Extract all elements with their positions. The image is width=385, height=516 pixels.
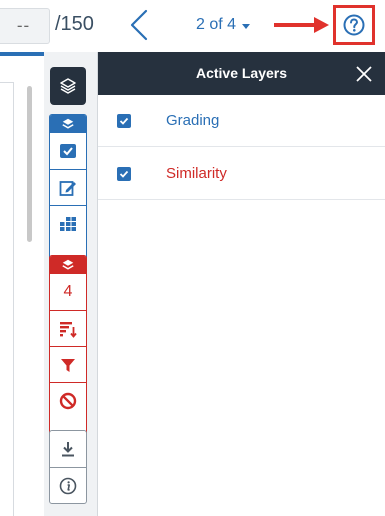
layers-button[interactable] <box>50 67 86 105</box>
sort-icon <box>60 321 77 338</box>
download-button[interactable] <box>50 431 86 467</box>
layers-icon <box>62 259 74 270</box>
document-scrollbar[interactable] <box>27 86 32 242</box>
exclude-button[interactable] <box>50 382 86 418</box>
grading-layer-toggle[interactable] <box>50 115 86 133</box>
edit-tool-button[interactable] <box>50 169 86 205</box>
panel-header: Active Layers <box>98 52 385 95</box>
layer-label-grading: Grading <box>166 112 220 129</box>
edit-icon <box>59 180 76 196</box>
layers-icon <box>62 118 74 129</box>
similarity-layer-toggle[interactable] <box>50 256 86 274</box>
info-button[interactable] <box>50 467 86 503</box>
ban-icon <box>59 392 77 409</box>
download-icon <box>62 442 74 457</box>
similarity-checkbox[interactable] <box>117 166 131 181</box>
sort-matches-button[interactable] <box>50 310 86 346</box>
filter-icon <box>61 358 75 372</box>
check-icon <box>119 117 129 125</box>
side-toolbar: 4 <box>44 52 98 516</box>
grade-input[interactable]: -- <box>0 8 50 44</box>
panel-title: Active Layers <box>195 65 288 81</box>
layers-icon <box>60 78 76 94</box>
filter-button[interactable] <box>50 346 86 382</box>
annotation-arrow-icon <box>274 17 329 33</box>
grid-icon <box>60 216 76 231</box>
check-icon <box>60 144 76 158</box>
check-icon <box>119 170 129 178</box>
chevron-left-icon[interactable] <box>128 9 152 41</box>
info-icon <box>59 477 77 494</box>
help-icon[interactable] <box>343 14 365 36</box>
rubric-tool-button[interactable] <box>50 205 86 241</box>
page-selector-label: 2 of 4 <box>196 16 237 33</box>
checkmark-tool-button[interactable] <box>50 133 86 169</box>
document-viewer[interactable] <box>0 52 44 516</box>
document-tool-group <box>49 430 87 504</box>
layer-row-similarity[interactable]: Similarity <box>98 148 385 200</box>
page-selector[interactable]: 2 of 4 <box>196 16 251 34</box>
top-bar: -- /150 2 of 4 <box>0 0 385 52</box>
document-page[interactable] <box>0 82 14 516</box>
active-layers-panel: Active Layers Grading Similarity <box>98 52 385 516</box>
close-icon[interactable] <box>355 65 373 83</box>
document-top-border <box>0 52 44 56</box>
similarity-count[interactable]: 4 <box>50 274 86 310</box>
caret-down-icon <box>242 23 251 29</box>
grading-checkbox[interactable] <box>117 113 131 128</box>
grade-total: /150 <box>55 13 94 35</box>
layer-row-grading[interactable]: Grading <box>98 95 385 147</box>
layer-label-similarity: Similarity <box>166 165 227 182</box>
